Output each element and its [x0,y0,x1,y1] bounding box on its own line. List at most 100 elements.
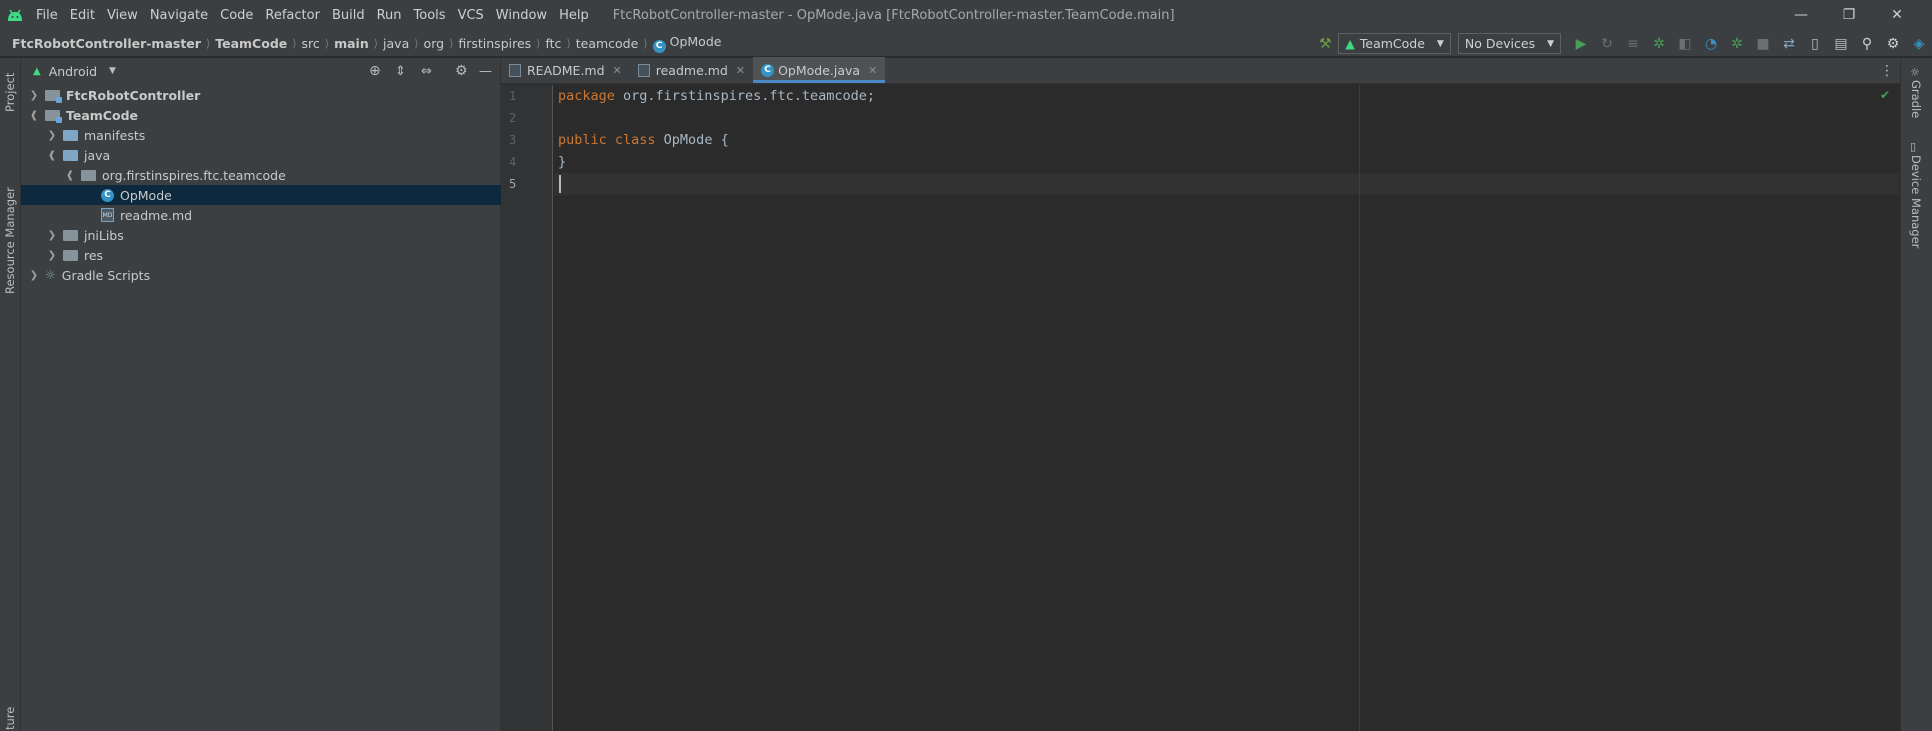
menu-edit[interactable]: Edit [64,8,101,23]
gradle-tool-tab[interactable]: Gradle [1909,80,1923,136]
close-tab-icon[interactable]: ✕ [736,64,745,77]
chevron-down-icon[interactable]: ❰ [63,170,77,181]
device-manager-icon[interactable]: ▯ [1802,30,1828,57]
coverage-icon[interactable]: ◧ [1672,30,1698,57]
menu-code[interactable]: Code [214,8,259,23]
chevron-down-icon: ▼ [1547,38,1554,49]
collapse-all-icon[interactable]: ⇔ [421,64,432,79]
device-dropdown[interactable]: No Devices ▼ [1457,33,1561,54]
run-play-icon[interactable]: ▶ [1568,30,1594,57]
line-number-gutter: 1 2 3 4 5 [501,85,553,731]
title-bar: File Edit View Navigate Code Refactor Bu… [0,0,1932,30]
menu-build[interactable]: Build [326,8,371,23]
debug-bug-icon[interactable]: ✲ [1646,30,1672,57]
panel-settings-gear-icon[interactable]: ⚙ [455,63,468,79]
menu-window[interactable]: Window [490,8,553,23]
tab-opmode-java[interactable]: C OpMode.java ✕ [753,57,886,83]
menu-run[interactable]: Run [371,8,408,23]
tree-item-label: org.firstinspires.ftc.teamcode [102,167,286,183]
project-view-selector[interactable]: Android [49,64,97,79]
chevron-down-icon[interactable]: ❰ [45,150,59,161]
line-number: 2 [509,111,517,125]
android-studio-logo-icon [0,0,30,30]
menu-refactor[interactable]: Refactor [259,8,326,23]
chevron-down-icon[interactable]: ▼ [109,66,116,76]
line-number: 3 [509,133,517,147]
apply-changes-icon[interactable]: ↻ [1594,30,1620,57]
tree-item-teamcode[interactable]: ❰ TeamCode [21,105,501,125]
tree-item-label: OpMode [120,187,172,203]
breadcrumb-current-label: OpMode [669,33,722,49]
tree-item-gradle-scripts[interactable]: ❯ ☼ Gradle Scripts [21,265,501,285]
tree-item-manifests[interactable]: ❯ manifests [21,125,501,145]
assistant-icon[interactable]: ◈ [1906,30,1932,57]
folder-icon [63,229,78,241]
chevron-right-icon[interactable]: ❯ [45,130,59,141]
structure-tool-tab[interactable]: ture [3,704,17,730]
menu-tools[interactable]: Tools [408,8,452,23]
tree-item-res[interactable]: ❯ res [21,245,501,265]
text-caret [559,175,561,193]
apply-code-changes-icon[interactable]: ≡ [1620,30,1646,57]
settings-gear-icon[interactable]: ⚙ [1880,30,1906,57]
tab-label: README.md [527,62,605,78]
window-title: FtcRobotController-master - OpMode.java … [612,7,1175,23]
breadcrumb-item[interactable]: main [334,36,369,51]
menu-vcs[interactable]: VCS [452,8,490,23]
close-tab-icon[interactable]: ✕ [868,64,877,77]
project-tool-tab[interactable]: Project [3,66,17,112]
menu-help[interactable]: Help [553,8,595,23]
search-icon[interactable]: ⚲ [1854,30,1880,57]
sync-gradle-icon[interactable]: ⇄ [1776,30,1802,57]
tree-item-readme[interactable]: MD readme.md [21,205,501,225]
breadcrumb-item[interactable]: firstinspires [458,36,531,51]
run-config-dropdown[interactable]: ▲ TeamCode ▼ [1338,33,1451,54]
line-number: 1 [509,89,517,103]
breadcrumb-item-current[interactable]: C OpMode [652,33,722,53]
chevron-down-icon: ▼ [1436,38,1444,49]
tab-readme-lower[interactable]: readme.md ✕ [630,57,753,83]
hide-panel-icon[interactable]: — [479,64,492,79]
chevron-right-icon[interactable]: ❯ [45,230,59,241]
breadcrumb-item[interactable]: src [302,36,320,51]
device-manager-tool-tab[interactable]: Device Manager [1909,155,1923,265]
restore-button[interactable]: ❐ [1826,0,1872,30]
menu-navigate[interactable]: Navigate [144,8,214,23]
code-editor[interactable]: package org.firstinspires.ftc.teamcode; … [554,85,1899,731]
attach-debugger-icon[interactable]: ✲ [1724,30,1750,57]
locate-file-icon[interactable]: ⊕ [369,63,381,79]
tree-item-package[interactable]: ❰ org.firstinspires.ftc.teamcode [21,165,501,185]
tree-item-opmode[interactable]: C OpMode [21,185,501,205]
tree-item-label: jniLibs [84,227,124,243]
breadcrumb-item[interactable]: FtcRobotController-master [12,36,201,51]
tab-label: readme.md [655,62,728,78]
breadcrumb-item[interactable]: teamcode [576,36,639,51]
make-project-hammer-icon[interactable]: ⚒ [1312,30,1338,57]
chevron-right-icon[interactable]: ❯ [27,90,41,101]
tree-item-jnilibs[interactable]: ❯ jniLibs [21,225,501,245]
breadcrumb-item[interactable]: java [383,36,409,51]
sdk-manager-icon[interactable]: ▤ [1828,30,1854,57]
chevron-right-icon[interactable]: ❯ [45,250,59,261]
profiler-icon[interactable]: ◔ [1698,30,1724,57]
breadcrumb-item[interactable]: TeamCode [215,36,287,51]
breadcrumb-item[interactable]: org [424,36,445,51]
minimize-button[interactable]: — [1778,0,1824,30]
resource-manager-tool-tab[interactable]: Resource Manager [3,142,17,294]
chevron-down-icon[interactable]: ❰ [27,110,41,121]
stop-icon[interactable]: ■ [1750,30,1776,57]
tree-item-java[interactable]: ❰ java [21,145,501,165]
close-tab-icon[interactable]: ✕ [613,64,622,77]
tree-item-ftcrobotcontroller[interactable]: ❯ FtcRobotController [21,85,501,105]
main-menu: File Edit View Navigate Code Refactor Bu… [30,8,595,23]
device-manager-icon: ▯ [1910,140,1917,153]
close-window-button[interactable]: ✕ [1874,0,1920,30]
expand-all-icon[interactable]: ⇕ [395,64,406,79]
tab-readme-upper[interactable]: README.md ✕ [501,57,630,83]
breadcrumb-item[interactable]: ftc [545,36,561,51]
chevron-right-icon[interactable]: ❯ [27,270,41,281]
menu-view[interactable]: View [101,8,144,23]
right-tool-strip: ☼ Gradle ▯ Device Manager [1900,58,1932,731]
tab-overflow-menu-icon[interactable]: ⋮ [1880,63,1894,79]
menu-file[interactable]: File [30,8,64,23]
